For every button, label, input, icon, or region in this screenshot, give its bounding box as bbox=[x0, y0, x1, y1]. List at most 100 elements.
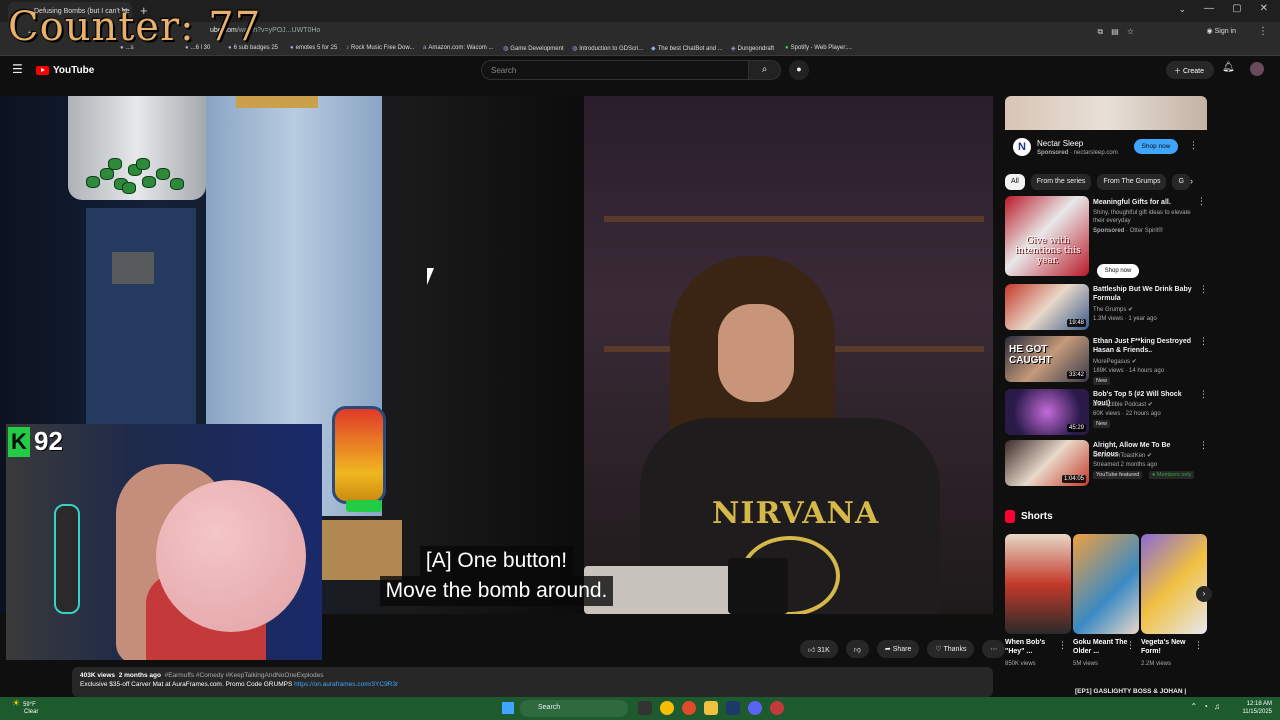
shorts-icon bbox=[1005, 510, 1015, 523]
gift-shop-button[interactable]: Shop now bbox=[1097, 264, 1139, 278]
chrome-icon[interactable] bbox=[660, 701, 674, 715]
weather-icon: ☀ bbox=[12, 698, 21, 708]
rec-channel: CinnamonToastKen ✔ bbox=[1093, 453, 1153, 459]
dislike-button[interactable]: 👎︎ bbox=[845, 640, 869, 658]
rec-item[interactable]: 1:04:05 Alright, Allow Me To Be Serious … bbox=[1005, 440, 1208, 488]
create-button[interactable]: ＋ Create bbox=[1166, 61, 1214, 79]
steam-icon[interactable] bbox=[726, 701, 740, 715]
taskbar-search[interactable]: Search bbox=[520, 700, 628, 717]
like-button[interactable]: 👍︎ 31K bbox=[800, 640, 838, 658]
duration: 33:42 bbox=[1066, 371, 1086, 379]
short-menu-icon[interactable]: ⋮ bbox=[1126, 640, 1135, 651]
search-button[interactable]: ⌕ bbox=[749, 60, 781, 80]
short-title[interactable]: Goku Meant The Older ... bbox=[1073, 638, 1133, 656]
ad-name: Nectar Sleep bbox=[1037, 139, 1084, 148]
game-door-plate bbox=[112, 252, 154, 284]
system-tray: ⌃ ◔ ♫ bbox=[1190, 702, 1220, 711]
item-menu-icon[interactable]: ⋮ bbox=[1197, 196, 1206, 207]
description-meta: 403K views 2 months ago #Earmuffs #Comed… bbox=[80, 672, 985, 679]
bookmark-item[interactable]: ◆ The best ChatBot and ... bbox=[651, 45, 723, 52]
upload-age: 2 months ago bbox=[118, 672, 161, 679]
short-title[interactable]: When Bob's "Hey" ... bbox=[1005, 638, 1065, 656]
search-icon: ⌕ bbox=[761, 64, 768, 75]
short-thumbnail[interactable] bbox=[1005, 534, 1071, 634]
voice-search-button[interactable]: ● bbox=[789, 60, 809, 80]
browser-menu-icon[interactable]: ⋮ bbox=[1258, 26, 1268, 37]
chip-all[interactable]: All bbox=[1005, 174, 1025, 190]
share-icon: ➦ bbox=[884, 646, 891, 653]
tray-expand-icon[interactable]: ⌃ bbox=[1190, 702, 1197, 711]
task-view-icon[interactable] bbox=[638, 701, 652, 715]
youtube-logo[interactable]: YouTube bbox=[36, 65, 94, 76]
item-menu-icon[interactable]: ⋮ bbox=[1199, 284, 1208, 295]
volume-icon[interactable]: ♫ bbox=[1214, 702, 1220, 711]
bookmark-item[interactable]: a Amazon.com: Wacom ... bbox=[423, 45, 493, 51]
bookmark-item[interactable]: ♪ Rock Music Free Dow... bbox=[346, 45, 414, 51]
install-app-icon[interactable]: ⧉ bbox=[1098, 27, 1104, 37]
ad-menu-icon[interactable]: ⋮ bbox=[1189, 140, 1198, 151]
share-button[interactable]: ➦ Share bbox=[876, 640, 920, 658]
ad-banner-image[interactable] bbox=[1005, 96, 1207, 130]
temperature: 59°F bbox=[23, 702, 36, 708]
mouse-cursor-icon bbox=[425, 267, 441, 287]
rec-title: Ethan Just F**king Destroyed Hasan & Fri… bbox=[1093, 338, 1192, 354]
address-icons: ⧉ ▤ ☆ bbox=[1098, 27, 1134, 37]
rec-meta: Streamed 2 months ago bbox=[1093, 462, 1158, 468]
obs-icon[interactable] bbox=[770, 701, 784, 715]
short-thumbnail[interactable] bbox=[1073, 534, 1139, 634]
short-title[interactable]: Vegeta's New Form! bbox=[1141, 638, 1201, 656]
bookmark-item[interactable]: ◍ Introduction to GDScri... bbox=[572, 45, 643, 52]
file-explorer-icon[interactable] bbox=[704, 701, 718, 715]
chevron-down-icon[interactable]: ⌄ bbox=[1178, 4, 1186, 15]
host-face bbox=[718, 304, 794, 402]
chip-from-grumps[interactable]: From The Grumps bbox=[1097, 174, 1167, 190]
reader-icon[interactable]: ▤ bbox=[1111, 27, 1119, 37]
star-icon[interactable]: ☆ bbox=[1127, 27, 1134, 37]
bookmark-item[interactable]: ◈ Dungeondraft bbox=[731, 45, 774, 52]
gift-desc: Shiny, thoughtful gift ideas to elevate … bbox=[1093, 210, 1191, 224]
item-menu-icon[interactable]: ⋮ bbox=[1199, 440, 1208, 451]
network-icon[interactable]: ◔ bbox=[1203, 702, 1208, 711]
item-menu-icon[interactable]: ⋮ bbox=[1199, 336, 1208, 347]
bookmark-item[interactable]: ● Spotify - Web Player:... bbox=[785, 45, 852, 51]
rec-item[interactable]: HE GOT CAUGHT 33:42 Ethan Just F**king D… bbox=[1005, 336, 1208, 385]
search-input[interactable]: Search bbox=[481, 60, 749, 80]
rec-item[interactable]: 45:29 Bob's Top 5 (#2 Will Shock You!) D… bbox=[1005, 389, 1208, 437]
short-thumbnail[interactable] bbox=[1141, 534, 1207, 634]
shop-now-button[interactable]: Shop now bbox=[1134, 139, 1178, 154]
short-menu-icon[interactable]: ⋮ bbox=[1058, 640, 1067, 651]
close-window-icon[interactable]: ✕ bbox=[1260, 3, 1268, 14]
thumbs-up-icon: 👍︎ bbox=[808, 647, 816, 654]
weather-widget[interactable]: ☀ 59°F Clear bbox=[12, 698, 38, 716]
bookmark-item[interactable]: ◍ Game Development bbox=[503, 45, 564, 52]
clock[interactable]: 12:18 AM 11/15/2025 bbox=[1242, 700, 1272, 716]
rec-item[interactable]: 19:48 Battleship But We Drink Baby Formu… bbox=[1005, 284, 1208, 332]
item-menu-icon[interactable]: ⋮ bbox=[1199, 389, 1208, 400]
menu-icon[interactable]: ☰ bbox=[12, 62, 23, 76]
chip-more[interactable]: G bbox=[1172, 174, 1190, 190]
new-badge: New bbox=[1093, 420, 1111, 428]
chevron-right-icon[interactable]: › bbox=[1190, 176, 1193, 186]
maximize-icon[interactable]: ▢ bbox=[1232, 3, 1241, 14]
globe-icon: ◍ bbox=[572, 46, 578, 52]
webcam-overlay bbox=[6, 424, 322, 660]
bell-icon[interactable]: 🔔︎ bbox=[1222, 62, 1235, 73]
discord-icon[interactable] bbox=[748, 701, 762, 715]
windows-start-icon[interactable] bbox=[502, 702, 514, 714]
sign-in-button[interactable]: ◉ Sign in bbox=[1207, 27, 1236, 35]
promo-link[interactable]: https://on.auraframes.com/3YC9R3r bbox=[294, 681, 398, 688]
duration: 19:48 bbox=[1066, 319, 1086, 327]
thanks-button[interactable]: ♡ Thanks bbox=[927, 640, 975, 658]
more-actions-button[interactable]: ⋯ bbox=[982, 640, 1006, 658]
minimize-icon[interactable]: — bbox=[1204, 3, 1214, 14]
spotify-icon: ● bbox=[785, 45, 789, 51]
next-item-title[interactable]: [EP1] GASLIGHTY BOSS & JOHAN | bbox=[1075, 688, 1186, 695]
firefox-icon[interactable] bbox=[682, 701, 696, 715]
shorts-next-icon[interactable]: › bbox=[1196, 586, 1212, 602]
chip-from-series[interactable]: From the series bbox=[1030, 174, 1092, 190]
avatar[interactable] bbox=[1250, 62, 1264, 76]
video-description[interactable]: 403K views 2 months ago #Earmuffs #Comed… bbox=[72, 667, 993, 697]
short-menu-icon[interactable]: ⋮ bbox=[1194, 640, 1203, 651]
view-count: 403K views bbox=[80, 672, 116, 679]
bookmark-item[interactable]: ● emotes 5 for 25 bbox=[290, 45, 337, 51]
